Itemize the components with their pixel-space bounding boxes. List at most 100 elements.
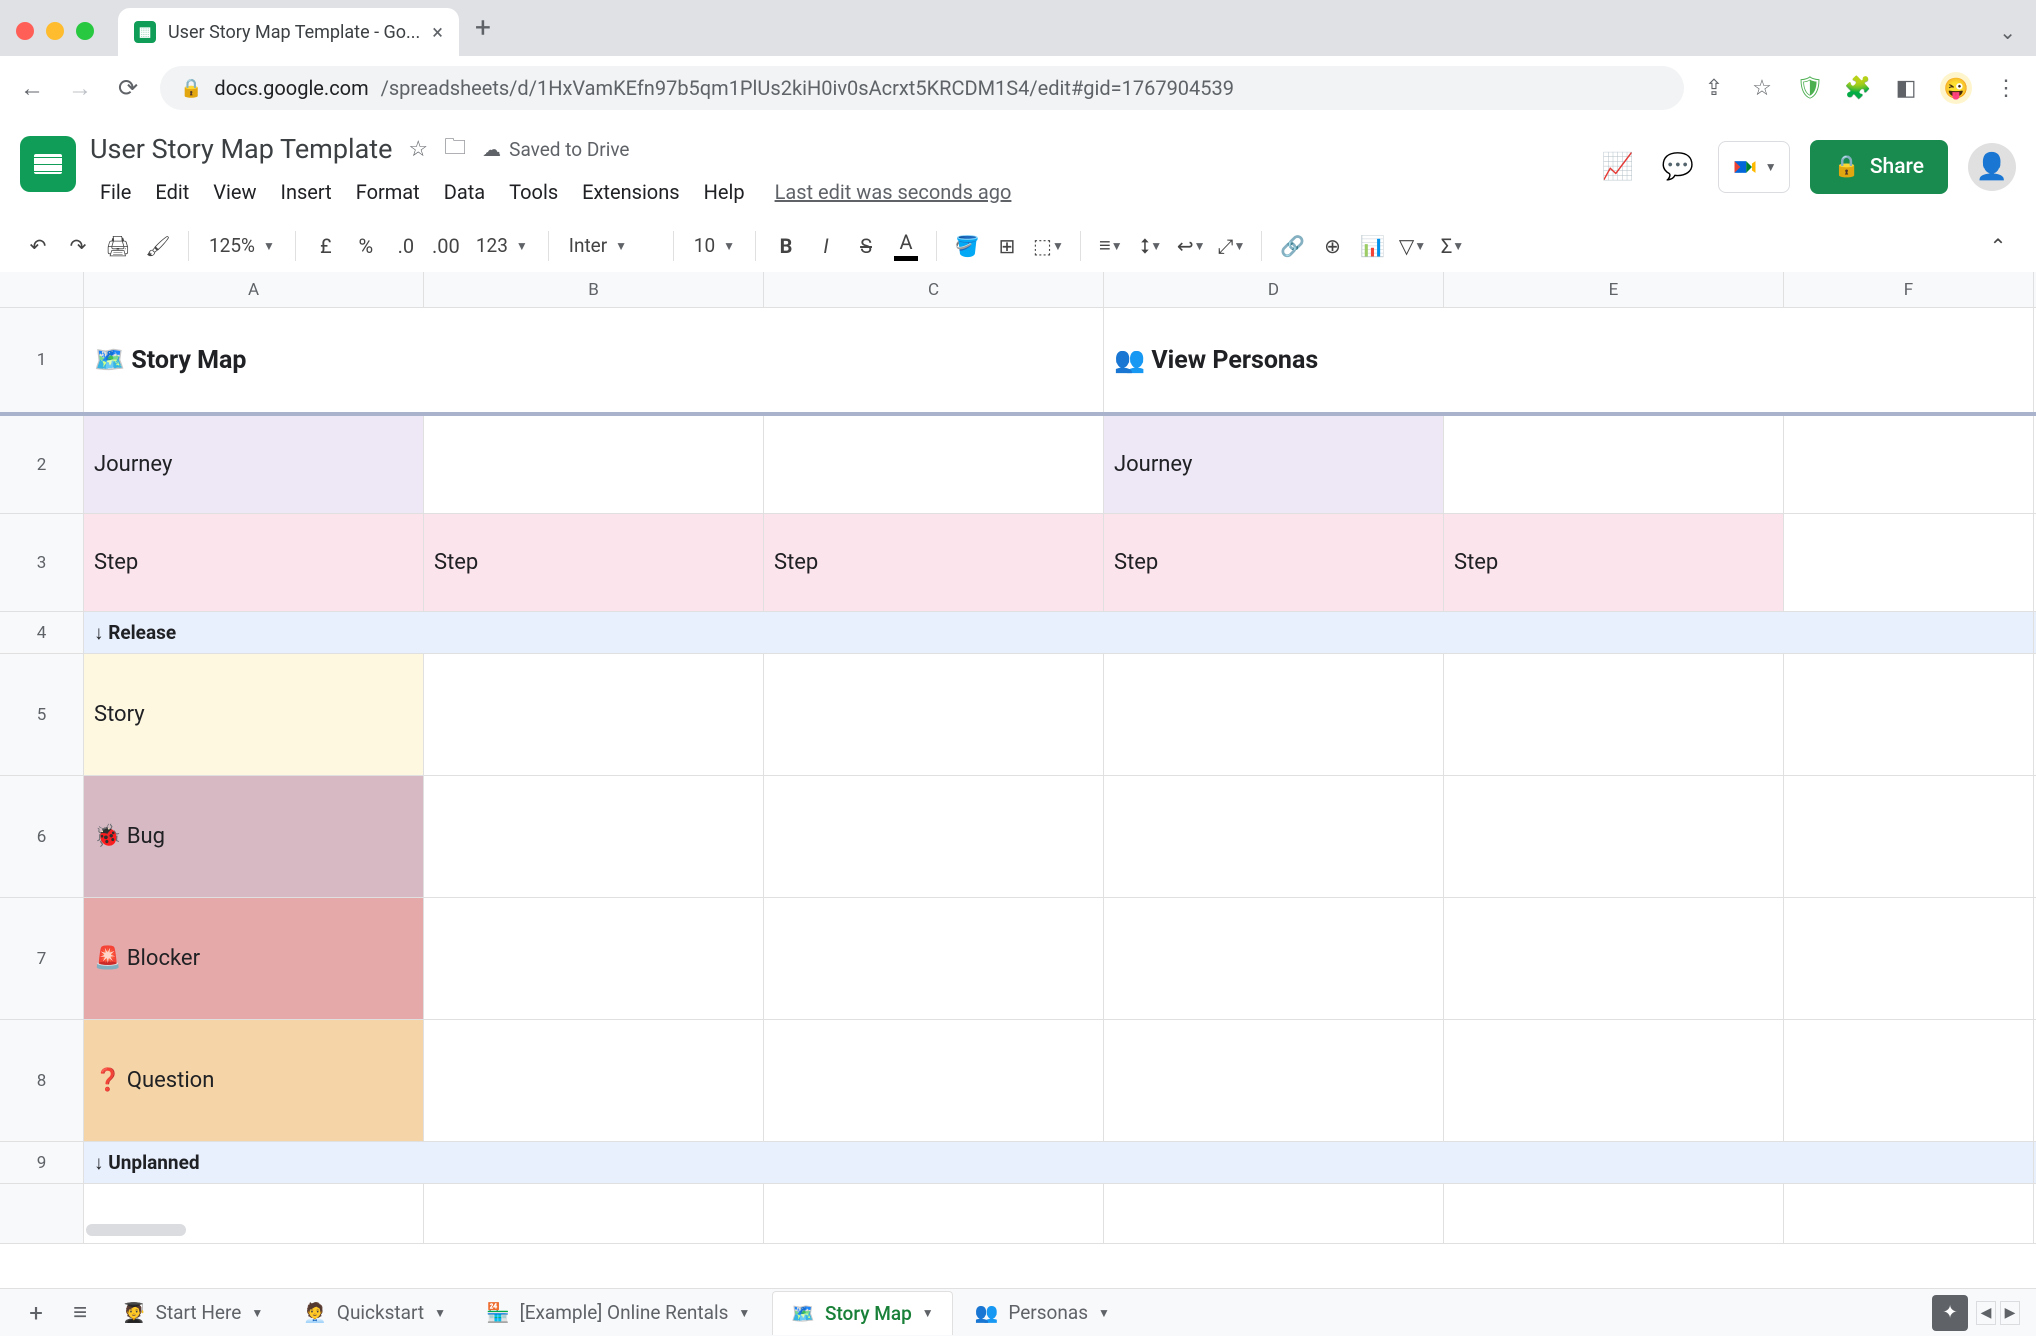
text-rotate-button[interactable]: ⤢ ▼ [1213, 228, 1249, 264]
tab-close-button[interactable]: × [432, 20, 443, 44]
italic-button[interactable]: I [808, 228, 844, 264]
cell-a9[interactable]: ↓ Unplanned [84, 1142, 2034, 1183]
undo-button[interactable]: ↶ [20, 228, 56, 264]
redo-button[interactable]: ↷ [60, 228, 96, 264]
reload-button[interactable]: ⟳ [112, 72, 144, 104]
strikethrough-button[interactable]: S [848, 228, 884, 264]
chevron-down-icon[interactable]: ▼ [738, 1306, 750, 1320]
move-icon[interactable]: 🗀 [444, 130, 466, 168]
cell-e8[interactable] [1444, 1020, 1784, 1141]
cell-b3[interactable]: Step [424, 514, 764, 611]
cell-f10[interactable] [1784, 1184, 2034, 1243]
font-select[interactable]: Inter ▼ [561, 234, 661, 257]
col-header-c[interactable]: C [764, 272, 1104, 307]
cell-d1[interactable]: 👥 View Personas [1104, 308, 2034, 412]
borders-button[interactable]: ⊞ [989, 228, 1025, 264]
merge-cells-button[interactable]: ⬚ ▼ [1029, 228, 1068, 264]
cell-d5[interactable] [1104, 654, 1444, 775]
window-close-button[interactable] [16, 22, 34, 40]
sheet-tab-personas[interactable]: 👥 Personas ▼ [957, 1291, 1128, 1335]
sheet-tab-quickstart[interactable]: 🧑‍💼 Quickstart ▼ [285, 1291, 464, 1335]
window-minimize-button[interactable] [46, 22, 64, 40]
menu-tools[interactable]: Tools [499, 174, 568, 210]
cell-d3[interactable]: Step [1104, 514, 1444, 611]
cell-d7[interactable] [1104, 898, 1444, 1019]
cell-e10[interactable] [1444, 1184, 1784, 1243]
horizontal-align-button[interactable]: ≡ ▼ [1093, 228, 1129, 264]
functions-button[interactable]: Σ ▼ [1434, 228, 1470, 264]
row-header-2[interactable]: 2 [0, 416, 84, 513]
cell-a3[interactable]: Step [84, 514, 424, 611]
print-button[interactable]: 🖨 [100, 228, 136, 264]
cell-a8[interactable]: ❓ Question [84, 1020, 424, 1141]
row-header-10[interactable] [0, 1184, 84, 1243]
chevron-down-icon[interactable]: ▼ [922, 1306, 934, 1320]
menu-edit[interactable]: Edit [145, 174, 199, 210]
sheets-logo-icon[interactable] [20, 136, 76, 192]
chevron-down-icon[interactable]: ▼ [434, 1306, 446, 1320]
text-wrap-button[interactable]: ↩ ▼ [1173, 228, 1210, 264]
browser-profile-avatar[interactable]: 😜 [1940, 72, 1972, 104]
cell-a4[interactable]: ↓ Release [84, 612, 2034, 653]
sheet-tab-story-map[interactable]: 🗺️ Story Map ▼ [772, 1291, 952, 1335]
col-header-a[interactable]: A [84, 272, 424, 307]
new-tab-button[interactable]: + [475, 11, 491, 44]
activity-icon[interactable]: 📈 [1598, 147, 1638, 187]
col-header-f[interactable]: F [1784, 272, 2034, 307]
cell-f5[interactable] [1784, 654, 2034, 775]
extensions-icon[interactable]: 🧩 [1844, 74, 1872, 102]
share-button[interactable]: 🔒 Share [1810, 140, 1948, 194]
chevron-down-icon[interactable]: ▼ [251, 1306, 263, 1320]
menu-extensions[interactable]: Extensions [572, 174, 689, 210]
menu-data[interactable]: Data [434, 174, 495, 210]
cell-b7[interactable] [424, 898, 764, 1019]
back-button[interactable]: ← [16, 72, 48, 104]
add-sheet-button[interactable]: + [16, 1293, 56, 1333]
cell-d8[interactable] [1104, 1020, 1444, 1141]
row-header-8[interactable]: 8 [0, 1020, 84, 1141]
decrease-decimal-button[interactable]: .0 [388, 228, 424, 264]
cell-d10[interactable] [1104, 1184, 1444, 1243]
cell-a5[interactable]: Story [84, 654, 424, 775]
col-header-d[interactable]: D [1104, 272, 1444, 307]
cell-b6[interactable] [424, 776, 764, 897]
insert-comment-button[interactable]: ⊕ [1314, 228, 1350, 264]
last-edit-link[interactable]: Last edit was seconds ago [775, 180, 1012, 204]
row-header-1[interactable]: 1 [0, 308, 84, 412]
cell-f2[interactable] [1784, 416, 2034, 513]
row-header-6[interactable]: 6 [0, 776, 84, 897]
insert-link-button[interactable]: 🔗 [1274, 228, 1310, 264]
filter-button[interactable]: ▽ ▼ [1394, 228, 1430, 264]
cell-e6[interactable] [1444, 776, 1784, 897]
cell-f8[interactable] [1784, 1020, 2034, 1141]
fill-color-button[interactable]: 🪣 [949, 228, 985, 264]
cell-c10[interactable] [764, 1184, 1104, 1243]
text-color-button[interactable]: A [888, 228, 924, 264]
menu-insert[interactable]: Insert [271, 174, 342, 210]
cell-b10[interactable] [424, 1184, 764, 1243]
cell-c5[interactable] [764, 654, 1104, 775]
tab-nav-right[interactable]: ▶ [2000, 1301, 2020, 1325]
address-bar[interactable]: 🔒 docs.google.com/spreadsheets/d/1HxVamK… [160, 66, 1684, 110]
increase-decimal-button[interactable]: .00 [428, 228, 464, 264]
cell-e7[interactable] [1444, 898, 1784, 1019]
sheet-tab-example-rentals[interactable]: 🏪 [Example] Online Rentals ▼ [468, 1291, 768, 1335]
currency-button[interactable]: £ [308, 228, 344, 264]
chevron-down-icon[interactable]: ▼ [1098, 1306, 1110, 1320]
share-page-icon[interactable]: ⇪ [1700, 74, 1728, 102]
all-sheets-button[interactable]: ≡ [60, 1293, 100, 1333]
cell-c3[interactable]: Step [764, 514, 1104, 611]
menu-format[interactable]: Format [346, 174, 430, 210]
browser-tab[interactable]: ▦ User Story Map Template - Go... × [118, 8, 459, 56]
collapse-toolbar-button[interactable]: ⌃ [1980, 228, 2016, 264]
row-header-5[interactable]: 5 [0, 654, 84, 775]
row-header-7[interactable]: 7 [0, 898, 84, 1019]
tab-nav-left[interactable]: ◀ [1976, 1301, 1996, 1325]
cell-f3[interactable] [1784, 514, 2034, 611]
cell-c2[interactable] [764, 416, 1104, 513]
cell-f6[interactable] [1784, 776, 2034, 897]
font-size-select[interactable]: 10 ▼ [686, 234, 743, 257]
window-maximize-button[interactable] [76, 22, 94, 40]
shield-icon[interactable]: 🛡 [1796, 74, 1824, 102]
doc-title[interactable]: User Story Map Template [90, 133, 392, 165]
